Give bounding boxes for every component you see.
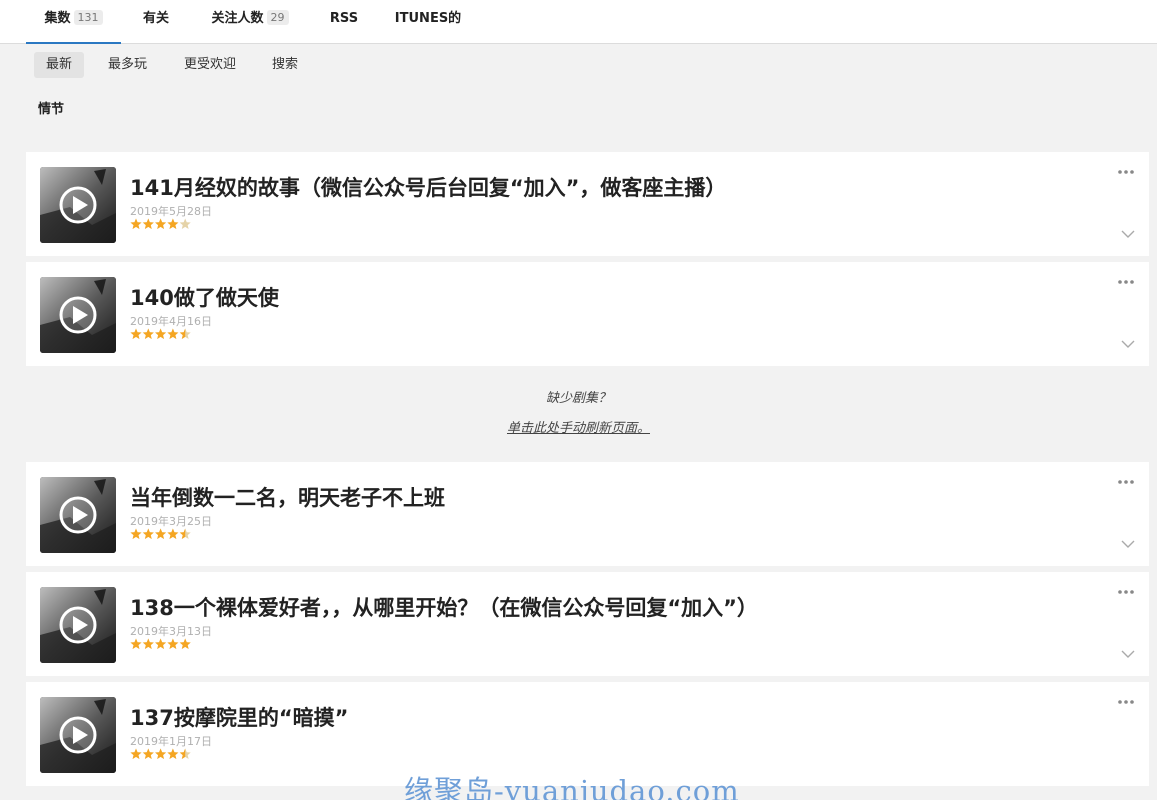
tab-label: 关注人数 — [211, 11, 264, 26]
star-icon — [130, 528, 142, 539]
star-icon — [155, 748, 167, 759]
star-icon — [155, 218, 167, 229]
play-icon[interactable] — [59, 296, 97, 334]
more-dots-icon[interactable] — [1117, 589, 1135, 595]
rating-stars — [130, 218, 192, 230]
episode-date: 2019年3月25日 — [130, 515, 212, 528]
chevron-down-icon[interactable] — [1121, 230, 1135, 239]
star-icon — [155, 528, 167, 539]
chevron-down-icon[interactable] — [1121, 540, 1135, 549]
subtab-most-played[interactable]: 最多玩 — [96, 52, 159, 78]
refresh-page-link[interactable]: 单击此处手动刷新页面。 — [0, 417, 1157, 436]
star-icon — [167, 528, 179, 539]
star-icon — [167, 218, 179, 229]
episode-card[interactable]: 141月经奴的故事（微信公众号后台回复“加入”，做客座主播） 2019年5月28… — [26, 152, 1149, 256]
tab-label: RSS — [329, 11, 359, 26]
chevron-down-icon[interactable] — [1121, 650, 1135, 659]
star-icon — [167, 638, 179, 649]
more-dots-icon[interactable] — [1117, 169, 1135, 175]
episode-title[interactable]: 当年倒数一二名，明天老子不上班 — [130, 482, 445, 512]
tab-rss[interactable]: RSS — [318, 0, 370, 44]
star-icon — [155, 638, 167, 649]
star-icon — [130, 638, 142, 649]
tab-about[interactable]: 有关 — [128, 0, 184, 44]
tab-followers[interactable]: 关注人数 29 — [200, 0, 300, 44]
follower-count-badge: 29 — [266, 10, 289, 25]
site-watermark: 缘聚岛-yuanjudao.com — [404, 774, 740, 800]
episode-date: 2019年5月28日 — [130, 205, 212, 218]
star-icon — [179, 638, 191, 649]
play-icon[interactable] — [59, 186, 97, 224]
rating-stars — [130, 328, 192, 340]
star-icon — [142, 748, 154, 759]
episode-title[interactable]: 138一个裸体爱好者，，从哪里开始？（在微信公众号回复“加入”） — [130, 592, 758, 622]
more-dots-icon[interactable] — [1117, 479, 1135, 485]
tab-label: 集数 — [44, 11, 71, 26]
episode-thumbnail[interactable] — [40, 477, 116, 553]
subtab-search[interactable]: 搜索 — [260, 52, 310, 78]
tab-episodes[interactable]: 集数 131 — [26, 0, 121, 44]
more-dots-icon[interactable] — [1117, 699, 1135, 705]
rating-stars — [130, 748, 192, 760]
episode-title[interactable]: 137按摩院里的“暗摸” — [130, 702, 348, 732]
star-icon — [130, 218, 142, 229]
episode-thumbnail[interactable] — [40, 167, 116, 243]
star-icon — [167, 328, 179, 339]
episode-date: 2019年1月17日 — [130, 735, 212, 748]
star-icon — [142, 528, 154, 539]
star-icon — [130, 328, 142, 339]
section-label: 情节 — [38, 102, 65, 117]
episode-thumbnail[interactable] — [40, 697, 116, 773]
chevron-down-icon[interactable] — [1121, 340, 1135, 349]
episode-card[interactable]: 140做了做天使 2019年4月16日 — [26, 262, 1149, 366]
rating-stars — [130, 638, 192, 650]
episode-date: 2019年3月13日 — [130, 625, 212, 638]
more-dots-icon[interactable] — [1117, 279, 1135, 285]
star-icon — [155, 328, 167, 339]
play-icon[interactable] — [59, 496, 97, 534]
episode-thumbnail[interactable] — [40, 277, 116, 353]
star-icon — [179, 328, 191, 339]
star-icon — [179, 218, 191, 229]
subtab-most-popular[interactable]: 更受欢迎 — [172, 52, 248, 78]
tab-itunes[interactable]: ITUNES的 — [386, 0, 470, 44]
star-icon — [130, 748, 142, 759]
episode-title[interactable]: 140做了做天使 — [130, 282, 279, 312]
episode-date: 2019年4月16日 — [130, 315, 212, 328]
star-icon — [142, 328, 154, 339]
tab-label: ITUNES的 — [394, 11, 462, 26]
star-icon — [179, 528, 191, 539]
star-icon — [142, 218, 154, 229]
episode-title[interactable]: 141月经奴的故事（微信公众号后台回复“加入”，做客座主播） — [130, 172, 726, 202]
episode-thumbnail[interactable] — [40, 587, 116, 663]
subtab-newest[interactable]: 最新 — [34, 52, 85, 78]
missing-episodes-question: 缺少剧集？ — [545, 391, 611, 406]
episode-count-badge: 131 — [73, 10, 103, 25]
rating-stars — [130, 528, 192, 540]
play-icon[interactable] — [59, 716, 97, 754]
star-icon — [167, 748, 179, 759]
top-tab-bar: 集数 131 有关 关注人数 29 RSS ITUNES的 — [0, 0, 1157, 44]
tab-label: 有关 — [142, 11, 169, 26]
star-icon — [142, 638, 154, 649]
play-icon[interactable] — [59, 606, 97, 644]
episode-card[interactable]: 138一个裸体爱好者，，从哪里开始？（在微信公众号回复“加入”） 2019年3月… — [26, 572, 1149, 676]
star-icon — [179, 748, 191, 759]
episode-card[interactable]: 当年倒数一二名，明天老子不上班 2019年3月25日 — [26, 462, 1149, 566]
